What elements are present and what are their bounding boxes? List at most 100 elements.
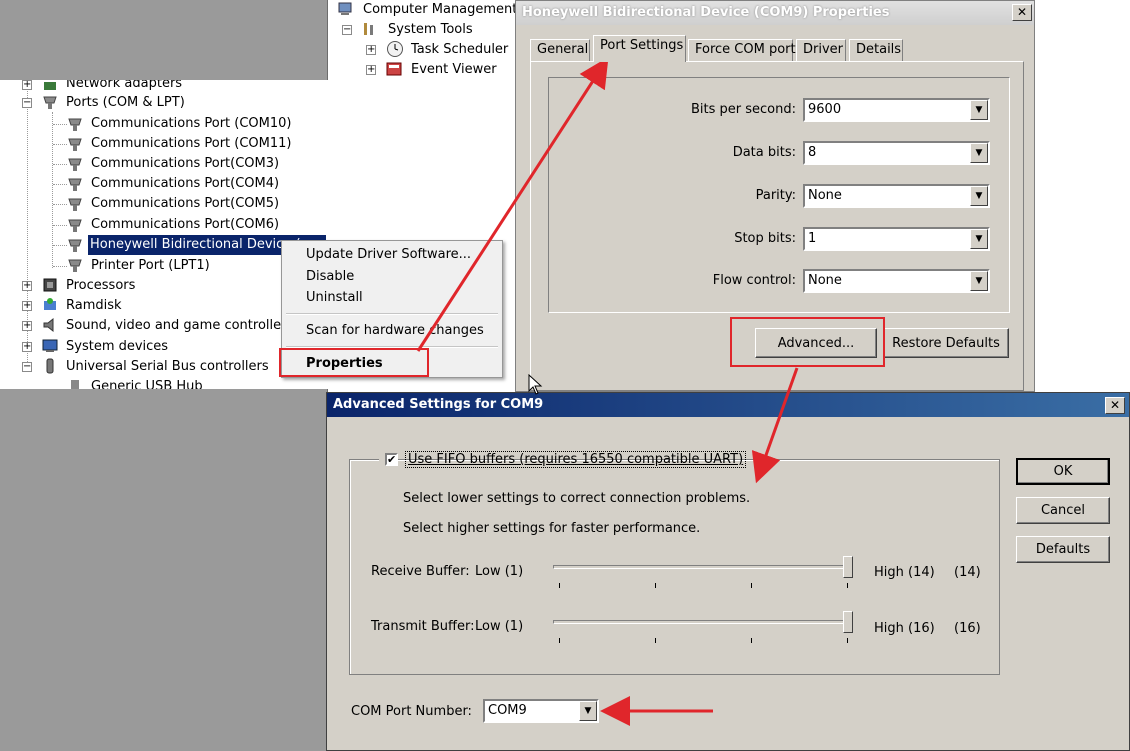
tree-line bbox=[53, 164, 67, 165]
hint-lower-text: Select lower settings to correct connect… bbox=[403, 491, 751, 506]
fifo-label[interactable]: Use FIFO buffers (requires 16550 compati… bbox=[405, 451, 747, 468]
advanced-settings-title: Advanced Settings for COM9 bbox=[327, 393, 1129, 417]
system-devices-label[interactable]: System devices bbox=[66, 337, 168, 357]
mouse-cursor-icon bbox=[528, 374, 543, 395]
system-tools-icon bbox=[364, 23, 373, 35]
expand-sound-icon[interactable]: + bbox=[22, 321, 32, 331]
data-bits-label: Data bits: bbox=[732, 145, 796, 160]
slider-tick bbox=[559, 583, 560, 588]
port-connector-icon bbox=[68, 178, 82, 191]
menu-separator bbox=[286, 313, 498, 315]
annotation-box-properties bbox=[279, 348, 429, 377]
tab-details[interactable]: Details bbox=[849, 39, 903, 61]
printer-port-label[interactable]: Printer Port (LPT1) bbox=[91, 256, 210, 276]
chevron-down-icon[interactable]: ▼ bbox=[970, 229, 988, 249]
com-port-number-select[interactable]: COM9 ▼ bbox=[483, 699, 599, 723]
processor-icon bbox=[43, 278, 57, 292]
port-item-com10[interactable]: Communications Port (COM10) bbox=[91, 114, 291, 134]
annotation-box-advanced bbox=[730, 317, 885, 367]
receive-buffer-value: (14) bbox=[954, 565, 981, 580]
event-viewer-label[interactable]: Event Viewer bbox=[411, 60, 497, 80]
tab-general[interactable]: General bbox=[530, 39, 590, 61]
transmit-buffer-slider-thumb[interactable] bbox=[843, 611, 853, 633]
expand-system-devices-icon[interactable]: + bbox=[22, 342, 32, 352]
menu-uninstall[interactable]: Uninstall bbox=[306, 288, 363, 308]
fifo-checkbox[interactable]: ✔ bbox=[385, 453, 398, 466]
transmit-buffer-high: High (16) bbox=[874, 621, 935, 636]
transmit-buffer-track[interactable] bbox=[553, 620, 853, 624]
stop-bits-label: Stop bits: bbox=[734, 231, 796, 246]
ramdisk-label[interactable]: Ramdisk bbox=[66, 296, 122, 316]
menu-disable[interactable]: Disable bbox=[306, 267, 354, 287]
port-item-com6[interactable]: Communications Port(COM6) bbox=[91, 215, 279, 235]
processors-label[interactable]: Processors bbox=[66, 276, 135, 296]
transmit-buffer-value: (16) bbox=[954, 621, 981, 636]
tab-port-settings[interactable]: Port Settings bbox=[593, 35, 686, 62]
close-icon[interactable]: ✕ bbox=[1105, 397, 1125, 414]
port-item-com5[interactable]: Communications Port(COM5) bbox=[91, 194, 279, 214]
hint-higher-text: Select higher settings for faster perfor… bbox=[403, 521, 701, 536]
chevron-down-icon[interactable]: ▼ bbox=[970, 271, 988, 291]
bits-per-second-select[interactable]: 9600 ▼ bbox=[803, 98, 990, 122]
properties-title: Honeywell Bidirectional Device (COM9) Pr… bbox=[516, 1, 1034, 25]
slider-tick bbox=[559, 638, 560, 643]
fifo-option[interactable]: ✔ Use FIFO buffers (requires 16550 compa… bbox=[379, 451, 747, 469]
stop-bits-value: 1 bbox=[808, 231, 817, 246]
ports-label[interactable]: Ports (COM & LPT) bbox=[66, 93, 185, 113]
port-item-com4[interactable]: Communications Port(COM4) bbox=[91, 174, 279, 194]
computer-management-label[interactable]: Computer Management ( bbox=[363, 0, 527, 20]
tree-line bbox=[53, 184, 67, 185]
receive-buffer-track[interactable] bbox=[553, 565, 853, 569]
port-connector-icon bbox=[68, 198, 82, 211]
parity-value: None bbox=[808, 188, 842, 203]
usb-icon bbox=[46, 358, 54, 374]
port-connector-icon bbox=[68, 118, 82, 131]
collapse-ports-icon[interactable]: − bbox=[22, 98, 32, 108]
usb-hub-icon bbox=[71, 380, 79, 389]
port-item-com3[interactable]: Communications Port(COM3) bbox=[91, 154, 279, 174]
parity-select[interactable]: None ▼ bbox=[803, 184, 990, 208]
expand-event-viewer-icon[interactable]: + bbox=[366, 65, 376, 75]
flow-control-select[interactable]: None ▼ bbox=[803, 269, 990, 293]
tree-line bbox=[53, 124, 67, 125]
port-item-com11[interactable]: Communications Port (COM11) bbox=[91, 134, 291, 154]
expand-processors-icon[interactable]: + bbox=[22, 281, 32, 291]
transmit-buffer-low: Low (1) bbox=[475, 619, 524, 634]
chevron-down-icon[interactable]: ▼ bbox=[970, 100, 988, 120]
collapse-usb-icon[interactable]: − bbox=[22, 362, 32, 372]
advanced-settings-dialog: Advanced Settings for COM9 ✕ ✔ Use FIFO … bbox=[326, 392, 1130, 751]
event-viewer-icon bbox=[386, 62, 402, 76]
usb-controllers-label[interactable]: Universal Serial Bus controllers bbox=[66, 357, 269, 377]
slider-tick bbox=[751, 638, 752, 643]
receive-buffer-slider-thumb[interactable] bbox=[843, 556, 853, 578]
generic-usb-hub-label[interactable]: Generic USB Hub bbox=[91, 377, 203, 389]
system-tools-label[interactable]: System Tools bbox=[388, 20, 473, 40]
menu-scan-hardware[interactable]: Scan for hardware changes bbox=[306, 321, 484, 341]
clock-icon bbox=[387, 41, 403, 57]
expand-task-scheduler-icon[interactable]: + bbox=[366, 45, 376, 55]
parity-label: Parity: bbox=[755, 188, 796, 203]
data-bits-select[interactable]: 8 ▼ bbox=[803, 141, 990, 165]
close-icon[interactable]: ✕ bbox=[1012, 4, 1032, 21]
restore-defaults-button[interactable]: Restore Defaults bbox=[883, 328, 1009, 358]
expand-ramdisk-icon[interactable]: + bbox=[22, 301, 32, 311]
sound-video-game-label[interactable]: Sound, video and game controllers bbox=[66, 316, 293, 336]
transmit-buffer-label: Transmit Buffer: bbox=[371, 619, 475, 634]
cancel-button[interactable]: Cancel bbox=[1016, 497, 1110, 524]
network-adapters-label[interactable]: Network adapters bbox=[66, 80, 182, 94]
tab-driver[interactable]: Driver bbox=[796, 39, 846, 61]
chevron-down-icon[interactable]: ▼ bbox=[970, 143, 988, 163]
slider-tick bbox=[847, 583, 848, 588]
collapse-system-tools-icon[interactable]: − bbox=[342, 25, 352, 35]
expand-network-adapters-icon[interactable]: + bbox=[22, 80, 32, 90]
ok-button[interactable]: OK bbox=[1016, 458, 1110, 485]
ramdisk-icon bbox=[44, 298, 56, 310]
port-connector-icon bbox=[68, 158, 82, 171]
tab-force-com-port[interactable]: Force COM port bbox=[688, 39, 796, 61]
menu-update-driver[interactable]: Update Driver Software... bbox=[306, 245, 471, 265]
chevron-down-icon[interactable]: ▼ bbox=[579, 701, 597, 721]
chevron-down-icon[interactable]: ▼ bbox=[970, 186, 988, 206]
defaults-button[interactable]: Defaults bbox=[1016, 536, 1110, 563]
stop-bits-select[interactable]: 1 ▼ bbox=[803, 227, 990, 251]
task-scheduler-label[interactable]: Task Scheduler bbox=[411, 40, 508, 60]
